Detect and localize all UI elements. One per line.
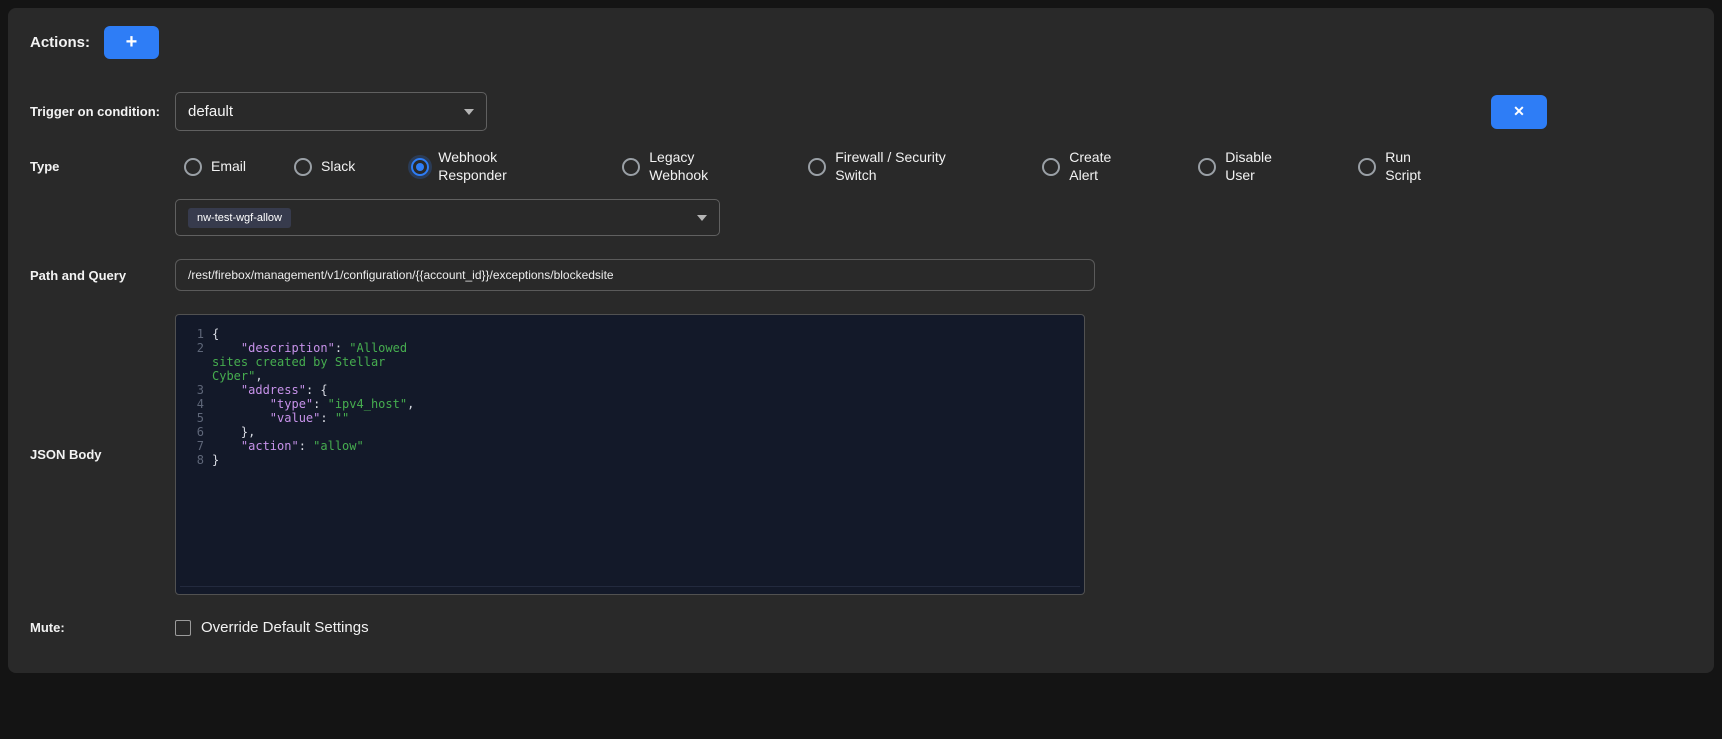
line-number: 4 xyxy=(184,397,204,411)
json-body-label: JSON Body xyxy=(8,447,175,462)
radio-icon xyxy=(1042,158,1060,176)
type-radio-group: Email Slack Webhook Responder Legacy Web… xyxy=(175,149,1430,184)
type-row: Type Email Slack Webhook Responder Legac… xyxy=(8,149,1714,184)
radio-option-label: Run Script xyxy=(1385,149,1430,184)
radio-option-label: Webhook Responder xyxy=(438,149,518,184)
radio-option-label: Legacy Webhook xyxy=(649,149,717,184)
actions-header-row: Actions: + xyxy=(8,26,1714,59)
path-row: Path and Query xyxy=(8,259,1714,291)
code-line-content: }, xyxy=(212,425,428,439)
line-number: 1 xyxy=(184,327,204,341)
radio-option-email[interactable]: Email xyxy=(184,158,246,176)
radio-option-slack[interactable]: Slack xyxy=(294,158,355,176)
code-line: 6 }, xyxy=(184,425,1074,439)
code-line-content: } xyxy=(212,453,428,467)
radio-option-firewall-security-switch[interactable]: Firewall / Security Switch xyxy=(808,149,965,184)
trigger-selected-value: default xyxy=(188,103,233,120)
mute-label: Mute: xyxy=(8,620,175,635)
override-default-settings-checkbox[interactable]: Override Default Settings xyxy=(175,619,369,636)
code-line: 5 "value": "" xyxy=(184,411,1074,425)
add-action-button[interactable]: + xyxy=(104,26,159,59)
radio-option-label: Email xyxy=(211,158,246,176)
actions-label: Actions: xyxy=(8,34,104,51)
line-number: 3 xyxy=(184,383,204,397)
checkbox-icon xyxy=(175,620,191,636)
type-label: Type xyxy=(8,159,175,174)
line-number: 5 xyxy=(184,411,204,425)
plus-icon: + xyxy=(126,31,138,54)
line-number: 8 xyxy=(184,453,204,467)
remove-action-button[interactable]: ✕ xyxy=(1491,95,1547,129)
code-line-content: "description": "Allowed sites created by… xyxy=(212,341,428,383)
radio-icon xyxy=(411,158,429,176)
radio-option-label: Slack xyxy=(321,158,355,176)
code-line: 4 "type": "ipv4_host", xyxy=(184,397,1074,411)
json-body-row: JSON Body 1{2 "description": "Allowed si… xyxy=(8,314,1714,595)
json-body-editor[interactable]: 1{2 "description": "Allowed sites create… xyxy=(175,314,1085,595)
code-line: 8} xyxy=(184,453,1074,467)
code-line-content: "value": "" xyxy=(212,411,428,425)
json-editor-lines: 1{2 "description": "Allowed sites create… xyxy=(184,327,1074,467)
code-line: 3 "address": { xyxy=(184,383,1074,397)
code-line: 1{ xyxy=(184,327,1074,341)
trigger-row: Trigger on condition: default ✕ xyxy=(8,92,1714,131)
trigger-condition-select[interactable]: default xyxy=(175,92,487,131)
code-line: 2 "description": "Allowed sites created … xyxy=(184,341,1074,383)
code-line-content: "action": "allow" xyxy=(212,439,428,453)
mute-row: Mute: Override Default Settings xyxy=(8,619,1714,636)
checkbox-label: Override Default Settings xyxy=(201,619,369,636)
radio-icon xyxy=(1198,158,1216,176)
radio-option-legacy-webhook[interactable]: Legacy Webhook xyxy=(622,149,717,184)
code-line-content: "address": { xyxy=(212,383,428,397)
radio-option-create-alert[interactable]: Create Alert xyxy=(1042,149,1124,184)
radio-icon xyxy=(184,158,202,176)
path-query-label: Path and Query xyxy=(8,268,175,283)
radio-icon xyxy=(294,158,312,176)
radio-option-label: Disable User xyxy=(1225,149,1283,184)
action-config-panel: Actions: + Trigger on condition: default… xyxy=(8,8,1714,673)
responder-chip: nw-test-wgf-allow xyxy=(188,208,291,228)
responder-select[interactable]: nw-test-wgf-allow xyxy=(175,199,720,236)
radio-option-label: Create Alert xyxy=(1069,149,1124,184)
radio-option-webhook-responder[interactable]: Webhook Responder xyxy=(411,149,518,184)
radio-icon xyxy=(1358,158,1376,176)
code-line-content: "type": "ipv4_host", xyxy=(212,397,428,411)
line-number: 2 xyxy=(184,341,204,355)
line-number: 7 xyxy=(184,439,204,453)
chevron-down-icon xyxy=(464,109,474,115)
radio-icon xyxy=(622,158,640,176)
radio-option-label: Firewall / Security Switch xyxy=(835,149,965,184)
radio-icon xyxy=(808,158,826,176)
responder-row: nw-test-wgf-allow xyxy=(8,199,1714,236)
close-icon: ✕ xyxy=(1513,103,1525,120)
path-query-input[interactable] xyxy=(175,259,1095,291)
radio-option-disable-user[interactable]: Disable User xyxy=(1198,149,1283,184)
radio-option-run-script[interactable]: Run Script xyxy=(1358,149,1430,184)
trigger-condition-label: Trigger on condition: xyxy=(8,104,175,119)
chevron-down-icon xyxy=(697,215,707,221)
code-line-content: { xyxy=(212,327,428,341)
line-number: 6 xyxy=(184,425,204,439)
code-line: 7 "action": "allow" xyxy=(184,439,1074,453)
